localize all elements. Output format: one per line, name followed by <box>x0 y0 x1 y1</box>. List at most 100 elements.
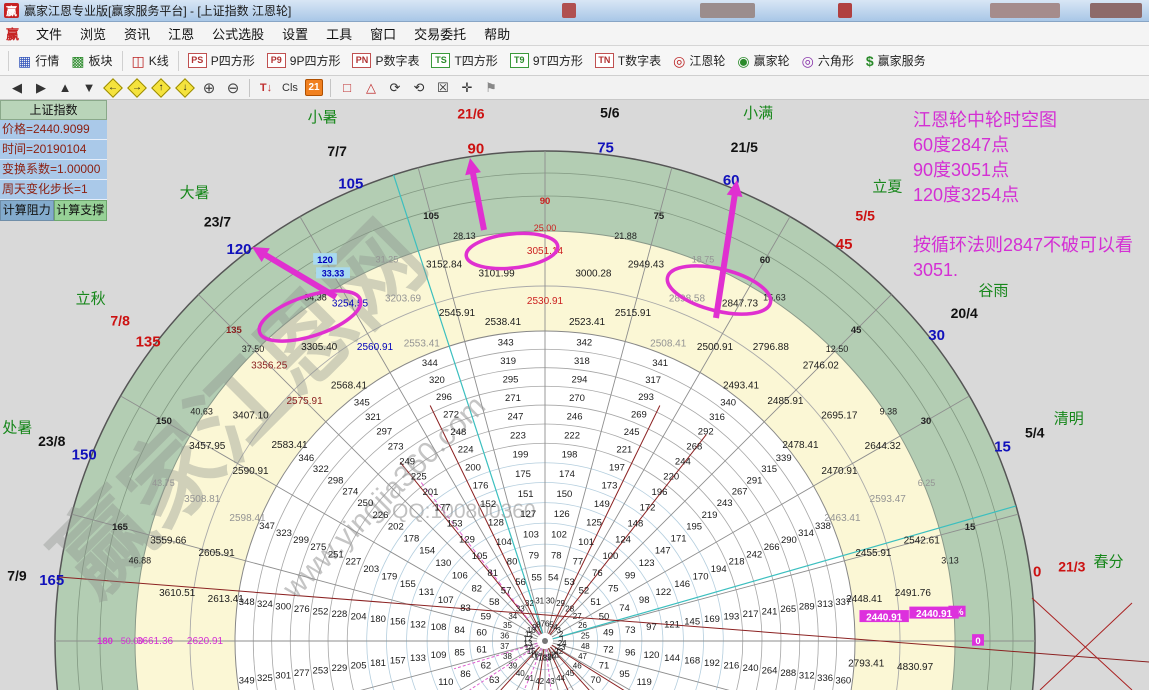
svg-text:2796.88: 2796.88 <box>753 342 790 353</box>
svg-text:319: 319 <box>500 356 516 367</box>
toolbar-p-square[interactable]: PS P四方形 <box>182 52 261 69</box>
menu-file[interactable]: 文件 <box>27 24 71 43</box>
gann-wheel-canvas[interactable]: 赢家江恩网www.yingjia360.comQQ:10080036001530… <box>0 100 1149 690</box>
toolbar-t-number-table[interactable]: TN T数字表 <box>589 52 667 69</box>
delete-tool-icon[interactable]: ☒ <box>432 78 454 98</box>
svg-text:360: 360 <box>835 675 851 686</box>
rotate-ccw-icon[interactable]: ⟲ <box>408 78 430 98</box>
svg-text:274: 274 <box>342 487 358 498</box>
svg-text:23/7: 23/7 <box>204 213 231 229</box>
toolbar-p-number-table[interactable]: PN P数字表 <box>346 52 425 69</box>
scroll-left-icon[interactable]: ◀ <box>6 78 28 98</box>
svg-text:169: 169 <box>704 614 720 625</box>
svg-text:344: 344 <box>422 358 438 369</box>
toolbar-sectors[interactable]: ▩ 板块 <box>65 52 118 69</box>
toolbar-label: 行情 <box>35 52 59 69</box>
svg-text:336: 336 <box>817 673 833 684</box>
svg-text:5/5: 5/5 <box>855 208 875 224</box>
zoom-in-icon[interactable]: ⊕ <box>198 78 220 98</box>
toolbar-winner-service[interactable]: $ 赢家服务 <box>860 52 932 69</box>
scroll-down-icon[interactable]: ▼ <box>78 78 100 98</box>
svg-text:156: 156 <box>390 617 406 628</box>
svg-text:37.50: 37.50 <box>242 344 265 354</box>
menu-news[interactable]: 资讯 <box>115 24 159 43</box>
menu-gann[interactable]: 江恩 <box>159 24 203 43</box>
triangle-tool-icon[interactable]: △ <box>360 78 382 98</box>
zoom-out-icon[interactable]: ⊖ <box>222 78 244 98</box>
svg-text:193: 193 <box>723 611 739 622</box>
svg-text:290: 290 <box>781 535 797 546</box>
svg-text:266: 266 <box>764 542 780 553</box>
toolbar-label: 赢家服务 <box>878 52 926 69</box>
svg-text:245: 245 <box>624 427 640 438</box>
svg-text:50: 50 <box>599 612 610 623</box>
calc-support-button[interactable]: 计算支撑 <box>54 200 108 221</box>
svg-text:2746.02: 2746.02 <box>803 360 840 371</box>
rotate-cw-icon[interactable]: ⟳ <box>384 78 406 98</box>
svg-text:40.63: 40.63 <box>190 406 213 416</box>
toolbar-quotes[interactable]: ▦ 行情 <box>12 52 65 69</box>
svg-text:102: 102 <box>551 530 567 541</box>
svg-text:227: 227 <box>345 557 361 568</box>
app-icon: 赢 <box>4 3 19 18</box>
axis-toggle-icon[interactable]: T↓ <box>255 78 277 98</box>
svg-text:288: 288 <box>780 668 796 679</box>
svg-text:7: 7 <box>541 619 546 628</box>
svg-text:2491.76: 2491.76 <box>895 588 932 599</box>
svg-text:59: 59 <box>481 612 492 623</box>
step-right-icon[interactable]: → <box>126 78 148 98</box>
menu-tools[interactable]: 工具 <box>317 24 361 43</box>
menu-formula-stock-pick[interactable]: 公式选股 <box>203 24 273 43</box>
svg-text:312: 312 <box>799 671 815 682</box>
svg-text:272: 272 <box>443 409 459 420</box>
background-artifact <box>838 3 852 18</box>
toolbar-hexagon[interactable]: ◎ 六角形 <box>796 52 860 69</box>
menu-window[interactable]: 窗口 <box>361 24 405 43</box>
svg-text:176: 176 <box>473 480 489 491</box>
scroll-up-icon[interactable]: ▲ <box>54 78 76 98</box>
svg-text:7/7: 7/7 <box>327 143 347 159</box>
svg-text:133: 133 <box>410 653 426 664</box>
svg-text:96: 96 <box>625 647 636 658</box>
svg-text:33: 33 <box>516 604 525 613</box>
menu-trade[interactable]: 交易委托 <box>405 24 475 43</box>
clear-button[interactable]: Cls <box>279 78 301 98</box>
toolbar-label: T数字表 <box>618 52 661 69</box>
svg-text:82: 82 <box>471 584 482 595</box>
step-down-icon[interactable]: ↓ <box>174 78 196 98</box>
svg-text:105: 105 <box>423 211 440 222</box>
toolbar-label: K线 <box>149 52 169 69</box>
svg-text:78: 78 <box>551 551 562 562</box>
svg-text:2793.41: 2793.41 <box>848 659 885 670</box>
p-square-icon: PS <box>188 53 207 68</box>
svg-text:240: 240 <box>743 663 759 674</box>
svg-text:谷雨: 谷雨 <box>978 282 1008 299</box>
move-tool-icon[interactable]: ✛ <box>456 78 478 98</box>
step-left-icon[interactable]: ← <box>102 78 124 98</box>
menu-settings[interactable]: 设置 <box>273 24 317 43</box>
svg-text:3356.25: 3356.25 <box>251 360 288 371</box>
svg-text:153: 153 <box>447 518 463 529</box>
svg-text:12.50: 12.50 <box>826 344 849 354</box>
calc-resistance-button[interactable]: 计算阻力 <box>0 200 54 221</box>
toolbar-9t-square[interactable]: T9 9T四方形 <box>504 52 589 69</box>
toolbar-gann-wheel[interactable]: ◎ 江恩轮 <box>667 52 731 69</box>
toolbar-t-square[interactable]: TS T四方形 <box>425 52 503 69</box>
step-up-icon[interactable]: ↑ <box>150 78 172 98</box>
toolbar-kline[interactable]: ◫ K线 <box>126 52 175 69</box>
svg-text:42: 42 <box>535 677 544 686</box>
svg-text:273: 273 <box>388 441 404 452</box>
menu-help[interactable]: 帮助 <box>475 24 519 43</box>
rectangle-tool-icon[interactable]: □ <box>336 78 358 98</box>
flag-tool-icon[interactable]: ⚑ <box>480 78 502 98</box>
menu-browse[interactable]: 浏览 <box>71 24 115 43</box>
calendar-icon[interactable]: 21 <box>303 78 325 98</box>
toolbar-9p-square[interactable]: P9 9P四方形 <box>261 52 347 69</box>
scroll-right-icon[interactable]: ▶ <box>30 78 52 98</box>
svg-text:100: 100 <box>602 551 618 562</box>
toolbar-winner-wheel[interactable]: ◉ 赢家轮 <box>731 52 795 69</box>
svg-text:277: 277 <box>294 668 310 679</box>
svg-text:132: 132 <box>410 619 426 630</box>
svg-text:2605.91: 2605.91 <box>199 548 236 559</box>
svg-text:105: 105 <box>338 175 363 192</box>
